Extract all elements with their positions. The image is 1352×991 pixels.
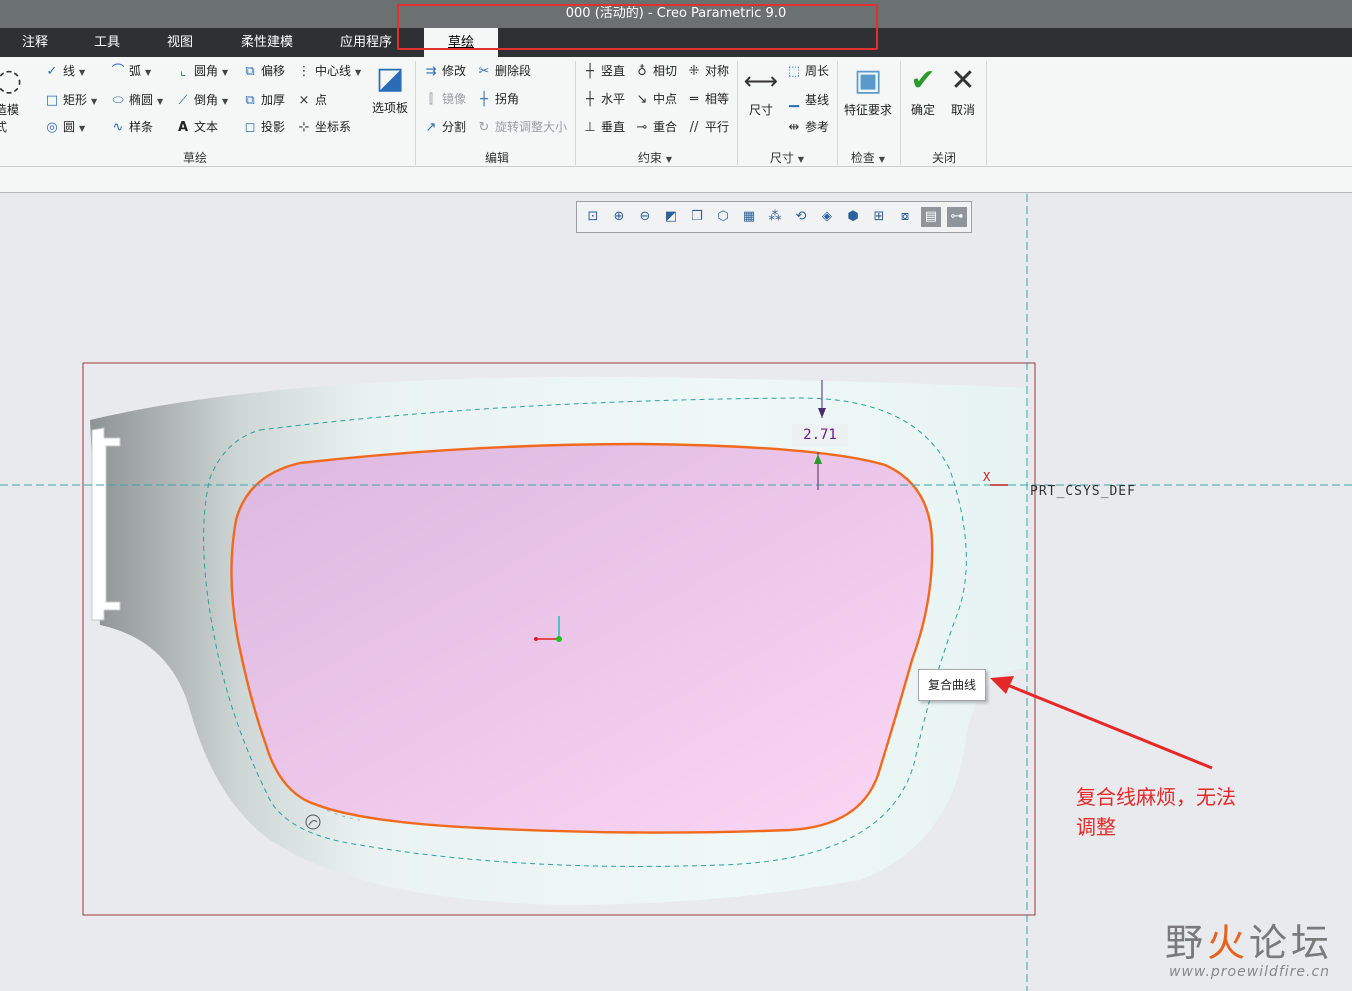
axis-x-label: X: [983, 470, 991, 484]
annotation-arrow: [1004, 682, 1213, 770]
watermark-logo-text: 野火论坛: [1165, 921, 1334, 965]
origin-x-point: [534, 637, 538, 641]
view-manager-icon[interactable]: ❒: [687, 207, 707, 227]
origin-point: [556, 636, 562, 642]
repaint-icon[interactable]: ◩: [661, 207, 681, 227]
composite-curve-tooltip: 复合曲线: [918, 669, 986, 701]
csys-label: PRT_CSYS_DEF: [1030, 484, 1136, 499]
annotation-line-2: 调整: [1076, 815, 1116, 839]
annotation-display-icon[interactable]: ◈: [817, 207, 837, 227]
annotation-line-1: 复合线麻烦，无法: [1076, 785, 1236, 809]
forum-watermark: 野火论坛 www.proewildfire.cn: [1165, 912, 1345, 984]
constraint-display-icon[interactable]: ⧇: [895, 207, 915, 227]
graphics-toolbar: ⊡ ⊕ ⊖ ◩ ❒ ⬡ ▦ ⁂ ⟲ ◈ ⬢ ⊞ ⧇ ▤ ⊶: [576, 201, 972, 233]
sketch-scene: [0, 194, 1352, 991]
vertex-display-icon[interactable]: ▤: [921, 207, 941, 227]
refit-icon[interactable]: ⊡: [583, 207, 603, 227]
saved-orientations-icon[interactable]: ⬡: [713, 207, 733, 227]
sketcher-display-icon[interactable]: ⊞: [869, 207, 889, 227]
fire-icon: 火: [1207, 921, 1250, 965]
zoom-in-icon[interactable]: ⊕: [609, 207, 629, 227]
zoom-out-icon[interactable]: ⊖: [635, 207, 655, 227]
watermark-url: www.proewildfire.cn: [1169, 964, 1331, 980]
composite-curve[interactable]: [230, 442, 934, 834]
spin-center-icon[interactable]: ⟲: [791, 207, 811, 227]
sketch-view-icon[interactable]: ⬢: [843, 207, 863, 227]
dimension-display-icon[interactable]: ⊶: [947, 207, 967, 227]
display-style-icon[interactable]: ▦: [739, 207, 759, 227]
annotation-text: 复合线麻烦，无法 调整: [1076, 782, 1286, 842]
dimension-value[interactable]: 2.71: [792, 424, 848, 446]
datum-display-icon[interactable]: ⁂: [765, 207, 785, 227]
